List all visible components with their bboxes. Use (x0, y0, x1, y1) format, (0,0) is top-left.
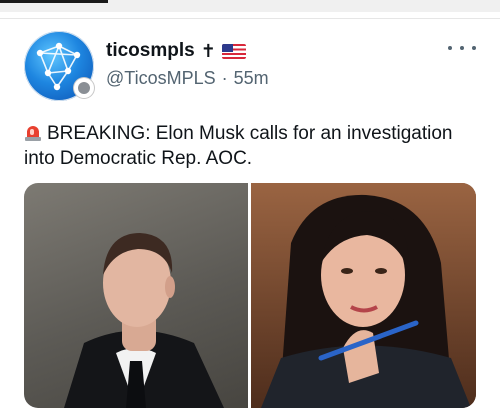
handle[interactable]: @TicosMPLS (106, 68, 216, 89)
media-grid[interactable] (24, 183, 476, 408)
tab-indicator (0, 0, 108, 3)
post-text-block: BREAKING: Elon Musk calls for an investi… (24, 121, 474, 171)
separator: · (221, 68, 228, 88)
photo-right[interactable] (251, 183, 476, 408)
us-flag-icon (221, 43, 246, 59)
post-text: BREAKING: Elon Musk calls for an investi… (24, 123, 453, 169)
top-bar (0, 0, 500, 12)
siren-icon (24, 124, 42, 142)
handle-row: @TicosMPLS · 55m (106, 68, 269, 89)
cross-symbol: ✝ (200, 40, 216, 61)
more-options-button[interactable] (448, 40, 476, 56)
photo-left[interactable] (24, 183, 248, 408)
display-name[interactable]: ticosmpls (106, 40, 195, 62)
timestamp[interactable]: 55m (234, 68, 269, 89)
divider (0, 18, 500, 19)
account-badge-icon (74, 78, 94, 98)
author-name-row[interactable]: ticosmpls ✝ (106, 40, 246, 62)
more-horizontal-icon (448, 46, 452, 50)
